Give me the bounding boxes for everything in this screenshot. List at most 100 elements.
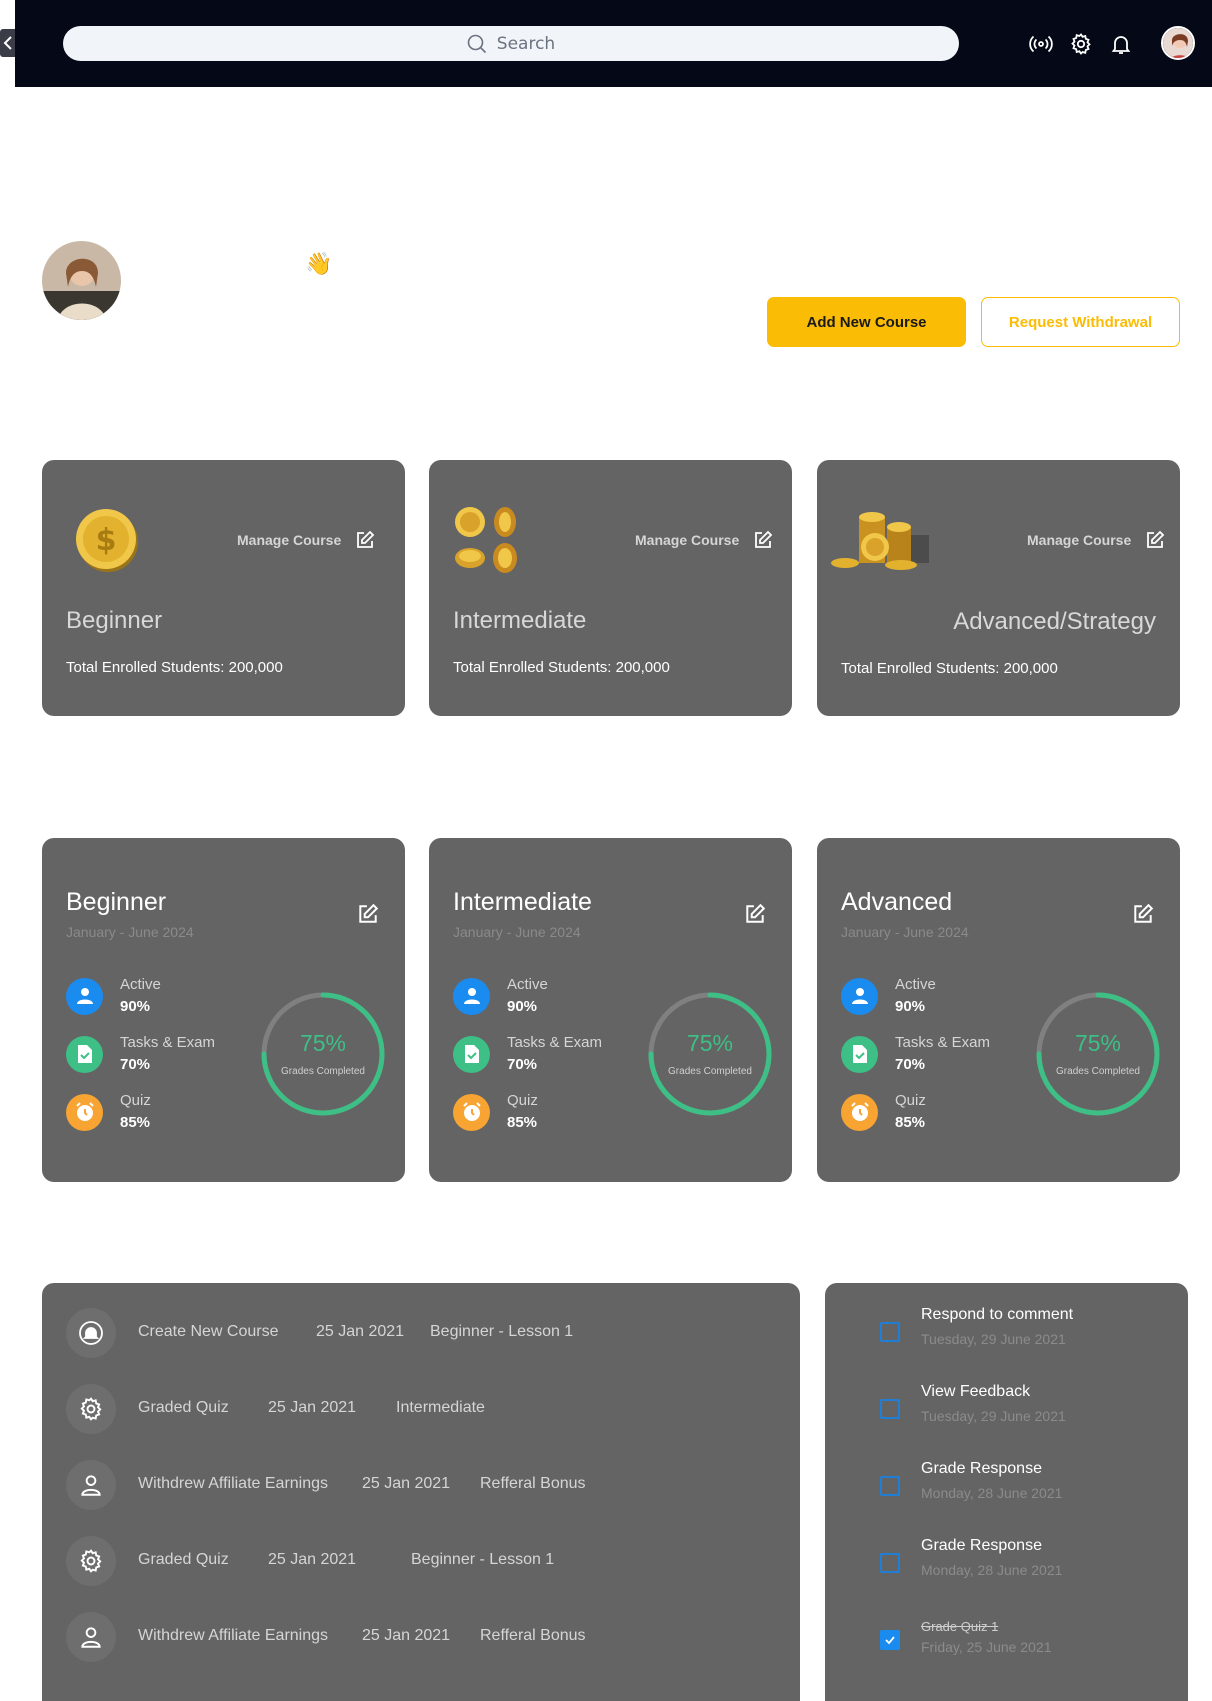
user-icon: [66, 1612, 116, 1662]
task-checkbox[interactable]: [880, 1553, 900, 1573]
task-title: View Feedback: [921, 1383, 1031, 1400]
stat-tasks: Tasks & Exam 70%: [453, 1032, 602, 1076]
progress-title: Intermediate: [453, 888, 592, 916]
activity-date: 25 Jan 2021: [316, 1323, 405, 1340]
stat-label: Quiz: [120, 1092, 151, 1109]
user-icon: [66, 977, 103, 1015]
activity-detail: Refferal Bonus: [480, 1627, 586, 1644]
ring-label: Grades Completed: [1056, 1066, 1140, 1077]
grades-progress-ring: 75% Grades Completed: [1036, 992, 1160, 1116]
activity-action: Graded Quiz: [138, 1399, 229, 1416]
progress-period: January - June 2024: [841, 924, 969, 940]
ring-percent: 75%: [1074, 1030, 1122, 1056]
stat-value: 90%: [507, 998, 538, 1015]
user-icon: [66, 1460, 116, 1510]
stat-quiz: Quiz 85%: [453, 1090, 538, 1134]
task-title: Grade Response: [921, 1460, 1042, 1477]
progress-card-intermediate: Intermediate January - June 2024 Active 9…: [429, 838, 792, 1182]
activity-detail: Refferal Bonus: [480, 1475, 586, 1492]
bell-icon[interactable]: [1108, 31, 1134, 57]
tasks-panel: Respond to comment Tuesday, 29 June 2021…: [825, 1283, 1188, 1701]
course-card-intermediate: Manage Course Intermediate Total Enrolle…: [429, 460, 792, 716]
profile-photo: [42, 241, 121, 320]
activity-row[interactable]: Create New Course 25 Jan 2021 Beginner -…: [66, 1308, 766, 1358]
progress-period: January - June 2024: [66, 924, 194, 940]
task-checkbox-checked[interactable]: [880, 1630, 900, 1650]
stat-tasks: Tasks & Exam 70%: [841, 1032, 990, 1076]
activity-detail: Beginner - Lesson 1: [430, 1323, 574, 1340]
user-avatar[interactable]: [1161, 26, 1195, 60]
gear-icon[interactable]: [1068, 31, 1094, 57]
gold-coins-icon: [455, 507, 517, 573]
ring-percent: 75%: [686, 1030, 734, 1056]
user-icon: [453, 977, 490, 1015]
stat-value: 90%: [120, 998, 151, 1015]
alarm-clock-icon: [453, 1093, 490, 1131]
bell-icon: [66, 1308, 116, 1358]
stat-label: Quiz: [895, 1092, 926, 1109]
activity-action: Withdrew Affiliate Earnings: [138, 1475, 329, 1492]
task-date: Monday, 28 June 2021: [921, 1485, 1063, 1501]
stat-value: 70%: [120, 1056, 151, 1073]
stat-label: Active: [507, 976, 548, 993]
stat-active: Active 90%: [453, 974, 548, 1018]
task-checkbox[interactable]: [880, 1322, 900, 1342]
user-icon: [841, 977, 878, 1015]
activity-date: 25 Jan 2021: [268, 1551, 357, 1568]
edit-icon[interactable]: [1132, 903, 1154, 925]
add-new-course-button[interactable]: Add New Course: [767, 297, 966, 347]
edit-icon: [755, 530, 773, 548]
top-navigation-bar: Search: [15, 0, 1212, 87]
progress-period: January - June 2024: [453, 924, 581, 940]
stat-quiz: Quiz 85%: [841, 1090, 926, 1134]
gear-icon: [66, 1384, 116, 1434]
task-title: Grade Quiz 1: [921, 1619, 999, 1634]
stat-label: Active: [895, 976, 936, 993]
search-input[interactable]: Search: [63, 26, 959, 61]
activity-action: Create New Course: [138, 1323, 279, 1340]
document-check-icon: [66, 1035, 103, 1073]
task-title: Grade Response: [921, 1537, 1042, 1554]
course-title: Advanced/Strategy: [953, 608, 1156, 635]
activity-row[interactable]: Withdrew Affiliate Earnings 25 Jan 2021 …: [66, 1460, 766, 1510]
search-placeholder: Search: [496, 33, 556, 54]
edit-icon[interactable]: [744, 903, 766, 925]
document-check-icon: [453, 1035, 490, 1073]
course-card-beginner: $ Manage Course Beginner Total Enrolled …: [42, 460, 405, 716]
stat-value: 70%: [507, 1056, 538, 1073]
task-title: Respond to comment: [921, 1306, 1074, 1323]
checkmark-icon: [885, 1636, 895, 1645]
wave-emoji-icon: 👋: [305, 252, 333, 277]
activity-row[interactable]: Graded Quiz 25 Jan 2021 Beginner - Lesso…: [66, 1536, 766, 1586]
stat-label: Tasks & Exam: [895, 1034, 991, 1051]
gear-icon: [66, 1536, 116, 1586]
task-date: Friday, 25 June 2021: [921, 1639, 1052, 1655]
task-checkbox[interactable]: [880, 1399, 900, 1419]
stat-value: 85%: [507, 1114, 538, 1131]
activity-row[interactable]: Graded Quiz 25 Jan 2021 Intermediate: [66, 1384, 766, 1434]
stat-active: Active 90%: [66, 974, 161, 1018]
manage-course-link[interactable]: Manage Course: [1027, 530, 1165, 550]
ring-label: Grades Completed: [668, 1066, 752, 1077]
activity-action: Graded Quiz: [138, 1551, 229, 1568]
course-title: Beginner: [66, 607, 163, 634]
broadcast-icon[interactable]: [1028, 31, 1054, 57]
manage-course-link[interactable]: Manage Course: [635, 530, 773, 550]
gold-coin-icon: $: [76, 509, 138, 572]
grades-progress-ring: 75% Grades Completed: [648, 992, 772, 1116]
request-withdrawal-button[interactable]: Request Withdrawal: [981, 297, 1180, 347]
manage-course-link[interactable]: Manage Course: [237, 530, 375, 550]
stat-label: Tasks & Exam: [507, 1034, 603, 1051]
activity-detail: Intermediate: [396, 1399, 485, 1416]
edit-icon[interactable]: [357, 903, 379, 925]
edit-icon: [1147, 530, 1165, 548]
document-check-icon: [841, 1035, 878, 1073]
stat-value: 85%: [895, 1114, 926, 1131]
manage-course-label: Manage Course: [237, 532, 342, 548]
activity-date: 25 Jan 2021: [268, 1399, 357, 1416]
task-checkbox[interactable]: [880, 1476, 900, 1496]
svg-text:$: $: [96, 523, 117, 558]
progress-title: Advanced: [841, 888, 953, 916]
activity-row[interactable]: Withdrew Affiliate Earnings 25 Jan 2021 …: [66, 1612, 766, 1662]
course-card-advanced: Manage Course Advanced/Strategy Total En…: [817, 460, 1180, 716]
